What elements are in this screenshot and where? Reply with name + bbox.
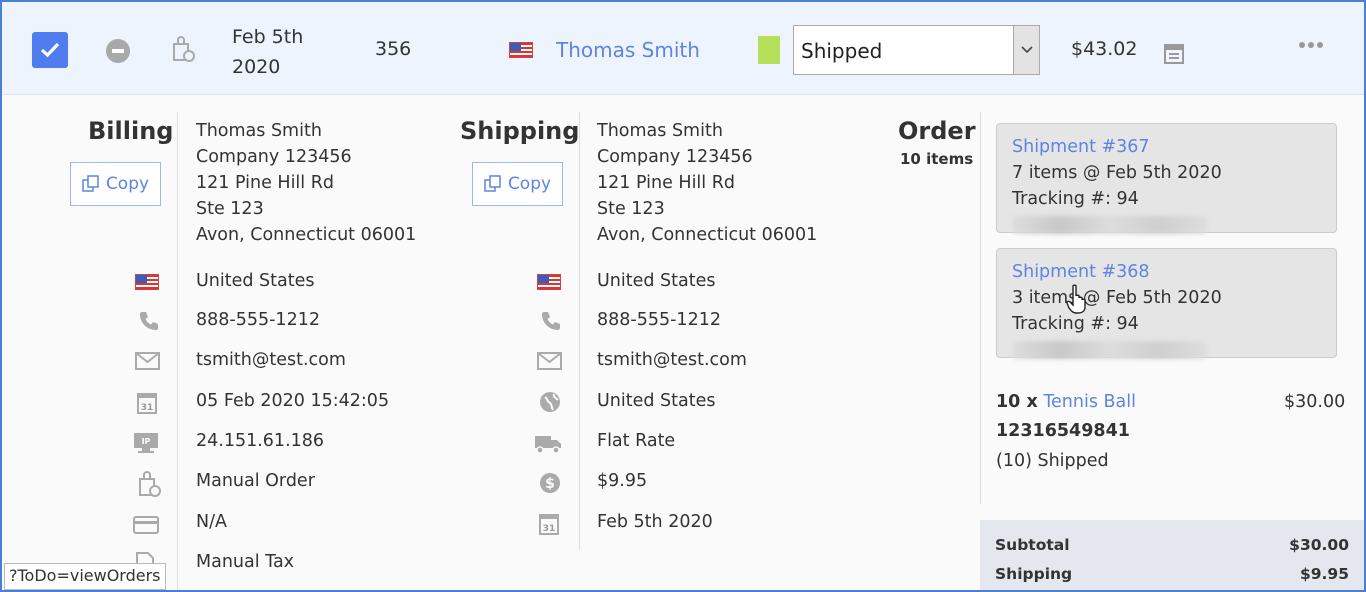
totals-row-subtotal: Subtotal $30.00: [995, 536, 1349, 554]
customer-name-link[interactable]: Thomas Smith: [556, 38, 700, 62]
billing-ip-link[interactable]: 24.151.61.186: [196, 431, 324, 451]
manual-order-icon: [171, 35, 195, 68]
redacted-tracking: [1012, 341, 1207, 359]
billing-order-datetime: 05 Feb 2020 15:42:05: [196, 391, 390, 411]
shipping-date: Feb 5th 2020: [597, 512, 713, 532]
copy-icon: [82, 175, 99, 192]
order-panel: Feb 5th 2020 356 Thomas Smith Shipped $4…: [0, 0, 1366, 592]
truck-icon: [534, 434, 562, 459]
shipment-link[interactable]: Shipment #368: [1012, 259, 1321, 285]
svg-text:IP: IP: [142, 437, 151, 446]
billing-email-link[interactable]: tsmith@test.com: [196, 350, 346, 370]
order-items-count: 10 items: [900, 150, 974, 168]
redacted-tracking: [1012, 216, 1207, 234]
shipment-summary: 7 items @ Feb 5th 2020: [1012, 163, 1222, 183]
order-totals: Subtotal $30.00 Shipping $9.95: [980, 520, 1364, 590]
shipping-email-link[interactable]: tsmith@test.com: [597, 350, 747, 370]
line-item-price: $30.00: [1284, 392, 1346, 412]
shipping-copy-label: Copy: [507, 174, 552, 194]
status-bar-url: ?ToDo=viewOrders: [4, 563, 166, 590]
us-flag-icon: [135, 274, 159, 290]
line-item-qty: 10 x: [996, 392, 1038, 412]
billing-address: Thomas Smith Company 123456 121 Pine Hil…: [196, 121, 417, 245]
phone-icon: [540, 310, 562, 337]
copy-icon: [484, 175, 501, 192]
order-total: $43.02: [1071, 38, 1138, 60]
calendar-day-icon: 31: [137, 391, 157, 419]
svg-text:31: 31: [543, 524, 556, 534]
status-color-swatch: [758, 36, 780, 64]
select-checkbox[interactable]: [32, 32, 68, 68]
order-row[interactable]: Feb 5th 2020 356 Thomas Smith Shipped $4…: [2, 2, 1364, 95]
phone-icon: [138, 310, 160, 337]
shipment-card[interactable]: Shipment #368 3 items @ Feb 5th 2020 Tra…: [996, 248, 1337, 359]
billing-copy-button[interactable]: Copy: [70, 162, 161, 206]
calendar-day-icon: 31: [539, 512, 559, 540]
line-item-title: 10 x Tennis Ball: [996, 392, 1136, 412]
shipping-country: United States: [597, 271, 716, 291]
shipping-address: Thomas Smith Company 123456 121 Pine Hil…: [597, 121, 818, 245]
collapse-icon[interactable]: [106, 39, 130, 63]
svg-text:$: $: [545, 476, 555, 492]
checkmark-icon: [40, 42, 60, 58]
line-item-status: (10) Shipped: [996, 451, 1109, 471]
order-heading: Order: [898, 117, 976, 145]
chevron-down-icon[interactable]: [1013, 26, 1039, 74]
divider: [177, 112, 178, 590]
order-date: Feb 5th 2020: [232, 26, 304, 78]
shipping-method: Flat Rate: [597, 431, 676, 451]
svg-text:31: 31: [141, 403, 154, 413]
billing-copy-label: Copy: [105, 174, 150, 194]
shipment-card[interactable]: Shipment #367 7 items @ Feb 5th 2020 Tra…: [996, 123, 1337, 234]
shipment-tracking: Tracking #: 94: [1012, 311, 1321, 363]
line-item-product-link[interactable]: Tennis Ball: [1043, 392, 1136, 412]
billing-order-source: Manual Order: [196, 471, 315, 491]
shipping-phone: 888-555-1212: [597, 310, 721, 330]
email-icon: [135, 352, 160, 375]
billing-heading: Billing: [88, 117, 174, 145]
billing-tax: Manual Tax: [196, 552, 295, 572]
billing-country: United States: [196, 271, 315, 291]
divider: [579, 112, 580, 550]
totals-row-shipping: Shipping $9.95: [995, 565, 1349, 583]
shipping-cost: $9.95: [597, 471, 648, 491]
line-item-sku: 12316549841: [996, 421, 1130, 441]
divider: [980, 112, 981, 504]
us-flag-icon: [537, 274, 561, 290]
billing-payment-method: N/A: [196, 512, 227, 532]
shipping-heading: Shipping: [460, 117, 580, 145]
billing-phone: 888-555-1212: [196, 310, 320, 330]
more-actions-icon[interactable]: [1299, 42, 1323, 48]
hand-cursor-icon: [1066, 284, 1088, 319]
manual-order-icon: [137, 470, 161, 503]
shipment-link[interactable]: Shipment #367: [1012, 134, 1321, 160]
calendar-icon[interactable]: [1164, 42, 1184, 69]
globe-icon: [539, 391, 561, 418]
ip-address-icon: IP: [133, 432, 159, 459]
dollar-icon: $: [539, 472, 561, 499]
credit-card-icon: [133, 516, 159, 539]
shipment-summary: 3 items @ Feb 5th 2020: [1012, 288, 1222, 308]
status-select-value: Shipped: [801, 39, 883, 63]
shipping-region-link[interactable]: United States: [597, 391, 716, 411]
email-icon: [537, 352, 562, 375]
shipping-copy-button[interactable]: Copy: [472, 162, 563, 206]
status-select[interactable]: Shipped: [793, 25, 1040, 75]
shipment-tracking: Tracking #: 94: [1012, 186, 1321, 238]
order-number[interactable]: 356: [375, 38, 411, 60]
us-flag-icon: [509, 42, 533, 58]
